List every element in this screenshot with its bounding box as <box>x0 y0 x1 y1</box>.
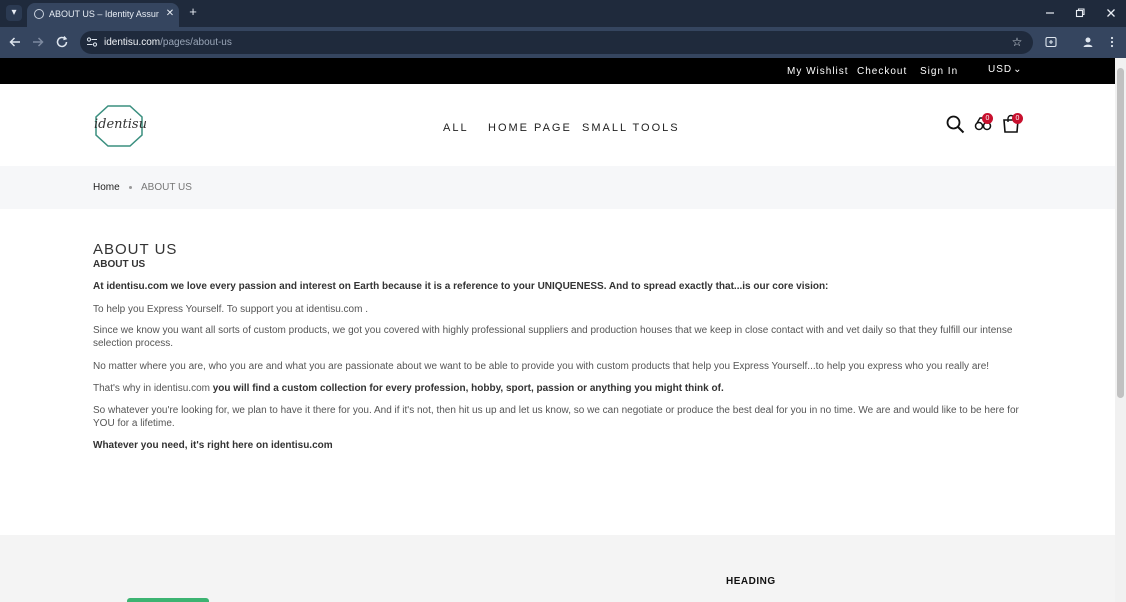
url-host: identisu.com <box>104 37 161 48</box>
site-topbar: My Wishlist Checkout Sign In USD⌄ <box>0 58 1115 84</box>
page-subtitle: ABOUT US <box>93 259 146 270</box>
site-header: identisu ALL HOME PAGE SMALL TOOLS 0 0 <box>0 84 1115 166</box>
collection-paragraph: That's why in identisu.com you will find… <box>93 382 1028 395</box>
install-app-icon[interactable] <box>1044 35 1058 49</box>
site-logo[interactable]: identisu <box>92 104 147 148</box>
suppliers-paragraph: Since we know you want all sorts of cust… <box>93 325 1013 349</box>
cart-count-badge: 0 <box>1012 113 1023 124</box>
forward-arrow-icon[interactable] <box>30 34 46 50</box>
closing-paragraph: Whatever you need, it's right here on id… <box>93 440 333 451</box>
scrollbar-thumb[interactable] <box>1117 68 1124 398</box>
browser-menu-icon[interactable] <box>1105 35 1119 49</box>
browser-tab[interactable]: ABOUT US – Identity Assurance ✕ <box>27 3 179 27</box>
lifetime-paragraph: So whatever you're looking for, we plan … <box>93 405 1019 429</box>
nav-item-all[interactable]: ALL <box>443 122 469 134</box>
footer-green-button[interactable] <box>127 598 209 602</box>
bookmark-star-icon[interactable]: ☆ <box>1010 35 1024 49</box>
browser-tab-bar: ▾ ABOUT US – Identity Assurance ✕ + <box>0 0 1126 27</box>
compare-count-badge: 0 <box>982 113 993 124</box>
address-bar[interactable]: identisu.com/pages/about-us ☆ <box>80 31 1033 54</box>
site-settings-icon[interactable] <box>86 36 98 48</box>
breadcrumb: Home ABOUT US <box>0 166 1115 209</box>
footer-heading: HEADING <box>726 576 776 587</box>
tab-title: ABOUT US – Identity Assurance <box>49 9 159 19</box>
mission-paragraph: To help you Express Yourself. To support… <box>93 304 368 315</box>
restore-icon[interactable] <box>1073 6 1087 20</box>
page-scrollbar[interactable] <box>1115 58 1126 602</box>
back-arrow-icon[interactable] <box>7 34 23 50</box>
close-window-icon[interactable] <box>1104 6 1118 20</box>
breadcrumb-home-link[interactable]: Home <box>93 182 120 193</box>
reload-icon[interactable] <box>54 34 70 50</box>
globe-icon <box>34 9 44 19</box>
signin-link[interactable]: Sign In <box>920 66 958 77</box>
page-title: ABOUT US <box>93 241 178 258</box>
wishlist-link[interactable]: My Wishlist <box>787 66 849 77</box>
currency-selector[interactable]: USD⌄ <box>988 64 1023 75</box>
breadcrumb-current: ABOUT US <box>141 182 192 193</box>
url-text: identisu.com/pages/about-us <box>104 36 232 49</box>
nav-item-home-page[interactable]: HOME PAGE <box>488 122 572 134</box>
chevron-down-icon: ⌄ <box>1013 64 1023 75</box>
profile-icon[interactable] <box>1081 35 1095 49</box>
browser-toolbar: identisu.com/pages/about-us ☆ <box>0 27 1126 58</box>
site-footer: HEADING <box>0 535 1115 602</box>
nav-item-small-tools[interactable]: SMALL TOOLS <box>582 122 680 134</box>
checkout-link[interactable]: Checkout <box>857 66 907 77</box>
collection-text: That's why in identisu.com <box>93 383 213 394</box>
url-path: /pages/about-us <box>160 37 232 48</box>
tab-search-icon[interactable]: ▾ <box>6 5 22 21</box>
close-tab-icon[interactable]: ✕ <box>164 7 176 21</box>
collection-bold-text: you will find a custom collection for ev… <box>212 383 724 394</box>
currency-label: USD <box>988 64 1013 75</box>
search-icon[interactable] <box>945 114 965 134</box>
breadcrumb-separator <box>129 186 132 189</box>
new-tab-icon[interactable]: + <box>186 5 200 19</box>
logo-text: identisu <box>94 117 147 132</box>
minimize-icon[interactable] <box>1043 6 1057 20</box>
intro-paragraph: At identisu.com we love every passion an… <box>93 281 829 292</box>
passion-paragraph: No matter where you are, who you are and… <box>93 361 990 372</box>
